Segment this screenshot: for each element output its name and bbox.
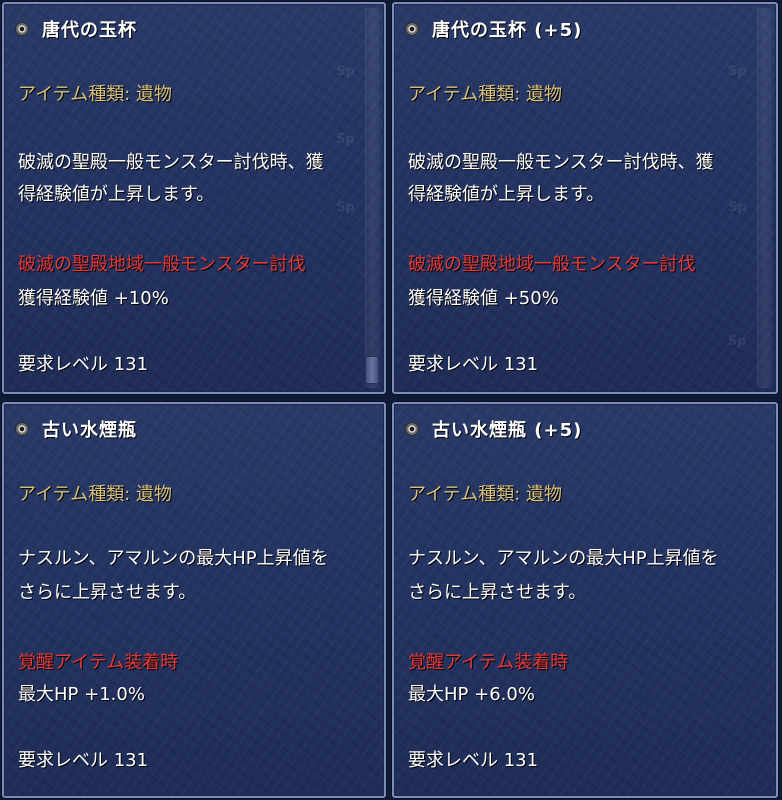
item-description-line-2: さらに上昇させます。	[18, 582, 197, 603]
item-tooltip-panel-1: Sp Sp Sp 唐代の玉杯 アイテム種類: 遺物 破滅の聖殿一般モンスター討伐…	[2, 2, 386, 394]
item-tooltip-grid: Sp Sp Sp 唐代の玉杯 アイテム種類: 遺物 破滅の聖殿一般モンスター討伐…	[0, 0, 782, 800]
item-bullet-icon	[16, 23, 28, 35]
item-effect-value: 獲得経験値 +10%	[18, 288, 169, 309]
background-watermark: Sp	[728, 200, 747, 215]
item-title: 唐代の玉杯 (+5)	[432, 20, 583, 41]
background-scrollbar-track	[365, 8, 380, 388]
item-tooltip-panel-3: 古い水煙瓶 アイテム種類: 遺物 ナスルン、アマルンの最大HP上昇値を さらに上…	[2, 402, 386, 798]
item-type: アイテム種類: 遺物	[18, 484, 172, 505]
item-title-row: 古い水煙瓶 (+5)	[406, 416, 582, 442]
item-effect-value: 獲得経験値 +50%	[408, 288, 559, 309]
item-required-level: 要求レベル 131	[408, 354, 539, 375]
item-effect-condition: 覚醒アイテム装着時	[18, 652, 179, 673]
item-tooltip-panel-2: Sp Sp Sp 唐代の玉杯 (+5) アイテム種類: 遺物 破滅の聖殿一般モン…	[392, 2, 778, 394]
item-description-line-1: 破滅の聖殿一般モンスター討伐時、獲	[18, 152, 324, 173]
background-watermark: Sp	[728, 334, 747, 349]
item-required-level: 要求レベル 131	[408, 750, 539, 771]
item-description-line-1: ナスルン、アマルンの最大HP上昇値を	[18, 548, 329, 569]
background-scrollbar-track	[757, 8, 772, 388]
item-required-level: 要求レベル 131	[18, 354, 149, 375]
item-effect-value: 最大HP +6.0%	[408, 684, 535, 705]
item-description-line-2: 得経験値が上昇します。	[18, 184, 215, 205]
item-effect-condition: 破滅の聖殿地域一般モンスター討伐	[18, 254, 306, 275]
item-description-line-1: ナスルン、アマルンの最大HP上昇値を	[408, 548, 719, 569]
item-description-line-2: さらに上昇させます。	[408, 582, 587, 603]
item-tooltip-panel-4: 古い水煙瓶 (+5) アイテム種類: 遺物 ナスルン、アマルンの最大HP上昇値を…	[392, 402, 778, 798]
item-title-row: 唐代の玉杯	[16, 16, 137, 42]
item-bullet-icon	[406, 423, 418, 435]
item-effect-condition: 覚醒アイテム装着時	[408, 652, 569, 673]
item-title-row: 古い水煙瓶	[16, 416, 137, 442]
item-title: 古い水煙瓶 (+5)	[432, 420, 583, 441]
background-scrollbar-thumb	[365, 356, 379, 384]
item-type: アイテム種類: 遺物	[18, 84, 172, 105]
item-title-row: 唐代の玉杯 (+5)	[406, 16, 582, 42]
background-watermark: Sp	[336, 64, 355, 79]
item-description-line-2: 得経験値が上昇します。	[408, 184, 605, 205]
item-type: アイテム種類: 遺物	[408, 484, 562, 505]
background-watermark: Sp	[336, 132, 355, 147]
background-watermark: Sp	[336, 200, 355, 215]
item-effect-condition: 破滅の聖殿地域一般モンスター討伐	[408, 254, 696, 275]
item-effect-value: 最大HP +1.0%	[18, 684, 145, 705]
item-bullet-icon	[16, 423, 28, 435]
item-title: 古い水煙瓶	[42, 420, 137, 441]
item-required-level: 要求レベル 131	[18, 750, 149, 771]
background-watermark: Sp	[728, 64, 747, 79]
item-title: 唐代の玉杯	[42, 20, 137, 41]
item-type: アイテム種類: 遺物	[408, 84, 562, 105]
item-bullet-icon	[406, 23, 418, 35]
item-description-line-1: 破滅の聖殿一般モンスター討伐時、獲	[408, 152, 714, 173]
